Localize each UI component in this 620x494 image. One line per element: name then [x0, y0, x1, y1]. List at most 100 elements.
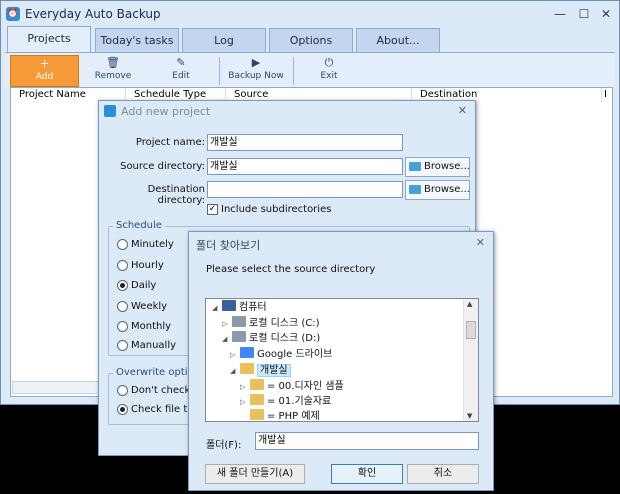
destination-directory-field[interactable] — [207, 181, 403, 198]
cancel-button[interactable]: 취소 — [407, 464, 479, 484]
tab-todays-tasks[interactable]: Today's tasks — [95, 28, 179, 52]
destination-browse-button[interactable]: Browse... — [405, 180, 470, 200]
remove-button-label: Remove — [94, 71, 132, 81]
tree-node-label: = 00.디자인 샘플 — [267, 381, 344, 392]
close-icon[interactable]: ✕ — [476, 236, 485, 249]
tree-node-computer[interactable]: ◢ 컴퓨터 — [212, 300, 267, 315]
project-name-field[interactable]: 개발실 — [207, 134, 403, 151]
folder-tree[interactable]: ◢ 컴퓨터 ▷ 로컬 디스크 (C:) ◢ 로컬 디스크 (D:) ▷ Google 드… — [205, 298, 479, 422]
collapsed-arrow-icon[interactable]: ▷ — [230, 348, 240, 363]
radio-weekly[interactable] — [117, 301, 128, 312]
folder-dialog-message: Please select the source directory — [206, 264, 376, 275]
include-subdirectories-label: Include subdirectories — [221, 204, 332, 215]
close-icon[interactable]: ✕ — [595, 4, 617, 24]
tree-node-selected-folder[interactable]: ◢ 개발실 — [230, 363, 291, 378]
column-header-i[interactable]: I — [602, 88, 613, 102]
tab-options[interactable]: Options — [269, 28, 353, 52]
exit-button[interactable]: ⏻ Exit — [299, 55, 359, 87]
backup-now-button-label: Backup Now — [228, 71, 284, 81]
remove-button[interactable]: 🗑 Remove — [83, 55, 143, 87]
tree-node-subfolder[interactable]: = PHP 예제 — [240, 409, 320, 424]
folder-icon — [250, 409, 264, 420]
folder-icon — [250, 379, 264, 390]
radio-minutely-label: Minutely — [131, 239, 174, 250]
tree-node-google-drive[interactable]: ▷ Google 드라이브 — [230, 347, 332, 362]
toolbar: + Add 🗑 Remove ✎ Edit ▶ Backup Now ⏻ Exi… — [5, 52, 615, 87]
browse-folder-dialog: 폴더 찾아보기 ✕ Please select the source direc… — [188, 231, 494, 491]
radio-minutely[interactable] — [117, 239, 128, 250]
trash-icon: 🗑 — [106, 56, 120, 69]
maximize-icon[interactable]: ☐ — [573, 4, 595, 24]
tree-node-label: 개발실 — [257, 364, 291, 377]
folder-icon — [240, 363, 254, 374]
schedule-group-title: Schedule — [113, 220, 165, 231]
ok-button[interactable]: 확인 — [331, 464, 403, 484]
expanded-arrow-icon[interactable]: ◢ — [230, 364, 240, 379]
radio-manually-label: Manually — [131, 340, 177, 351]
window-title: Everyday Auto Backup — [25, 7, 161, 21]
expanded-arrow-icon[interactable]: ◢ — [212, 301, 222, 316]
add-button[interactable]: + Add — [10, 55, 79, 87]
app-clock-icon: ⏰ — [6, 7, 20, 21]
scroll-up-icon[interactable]: ▲ — [467, 300, 472, 308]
tree-node-label: 컴퓨터 — [239, 302, 267, 313]
collapsed-arrow-icon[interactable]: ▷ — [240, 395, 250, 410]
drive-icon — [232, 331, 246, 342]
computer-icon — [222, 300, 236, 311]
include-subdirectories-checkbox[interactable]: ✓ — [207, 204, 218, 215]
scrollbar-thumb[interactable] — [466, 321, 476, 339]
folder-icon — [409, 162, 421, 171]
collapsed-arrow-icon[interactable]: ▷ — [240, 380, 250, 395]
scroll-down-icon[interactable]: ▼ — [467, 412, 472, 420]
toolbar-separator — [219, 57, 220, 85]
tree-node-label: Google 드라이브 — [257, 349, 333, 360]
plus-icon: + — [39, 57, 50, 70]
dialog-title: Add new project — [121, 105, 211, 118]
collapsed-arrow-icon[interactable]: ▷ — [222, 317, 232, 332]
minimize-icon[interactable]: — — [549, 4, 571, 24]
tab-projects[interactable]: Projects — [7, 26, 91, 53]
edit-button-label: Edit — [172, 71, 190, 81]
radio-dont-check[interactable] — [117, 385, 128, 396]
horizontal-scrollbar[interactable] — [12, 381, 104, 394]
tree-node-label: 로컬 디스크 (C:) — [249, 318, 320, 329]
radio-check-file-time[interactable] — [117, 404, 128, 415]
tree-vertical-scrollbar[interactable]: ▲ ▼ — [463, 299, 478, 421]
tree-node-subfolder[interactable]: ▷ = 00.디자인 샘플 — [240, 379, 344, 394]
radio-manually[interactable] — [117, 340, 128, 351]
add-button-label: Add — [35, 72, 54, 82]
title-bar: ⏰ Everyday Auto Backup — ☐ ✕ — [1, 1, 619, 27]
expanded-arrow-icon[interactable]: ◢ — [222, 332, 232, 347]
dialog-app-icon — [104, 105, 116, 117]
tab-log[interactable]: Log — [182, 28, 266, 52]
tab-about[interactable]: About... — [356, 28, 440, 52]
pencil-icon: ✎ — [176, 56, 186, 69]
radio-daily-label: Daily — [131, 280, 157, 291]
radio-hourly[interactable] — [117, 260, 128, 271]
tree-node-label: 로컬 디스크 (D:) — [249, 333, 321, 344]
radio-monthly[interactable] — [117, 321, 128, 332]
new-folder-button[interactable]: 새 폴더 만들기(A) — [205, 464, 305, 484]
edit-button[interactable]: ✎ Edit — [151, 55, 211, 87]
tree-node-label: = 01.기술자료 — [267, 396, 332, 407]
close-icon[interactable]: ✕ — [458, 104, 467, 117]
destination-directory-label: Destination directory: — [147, 184, 205, 206]
folder-field-label: 폴더(F): — [206, 440, 242, 451]
backup-now-button[interactable]: ▶ Backup Now — [225, 55, 287, 87]
radio-daily[interactable] — [117, 280, 128, 291]
folder-field[interactable]: 개발실 — [255, 432, 479, 450]
radio-hourly-label: Hourly — [131, 260, 164, 271]
tree-node-drive-d[interactable]: ◢ 로컬 디스크 (D:) — [222, 331, 320, 346]
tree-node-drive-c[interactable]: ▷ 로컬 디스크 (C:) — [222, 316, 320, 331]
play-icon: ▶ — [251, 56, 261, 69]
source-browse-button[interactable]: Browse... — [405, 157, 470, 177]
exit-button-label: Exit — [320, 71, 338, 81]
radio-monthly-label: Monthly — [131, 321, 172, 332]
folder-dialog-title: 폴더 찾아보기 — [196, 239, 261, 252]
power-icon: ⏻ — [324, 56, 334, 69]
radio-weekly-label: Weekly — [131, 301, 168, 312]
tree-node-subfolder[interactable]: ▷ = 01.기술자료 — [240, 394, 331, 409]
source-directory-label: Source directory: — [120, 161, 205, 172]
source-directory-field[interactable]: 개발실 — [207, 158, 403, 175]
tree-node-label: = PHP 예제 — [267, 411, 320, 422]
